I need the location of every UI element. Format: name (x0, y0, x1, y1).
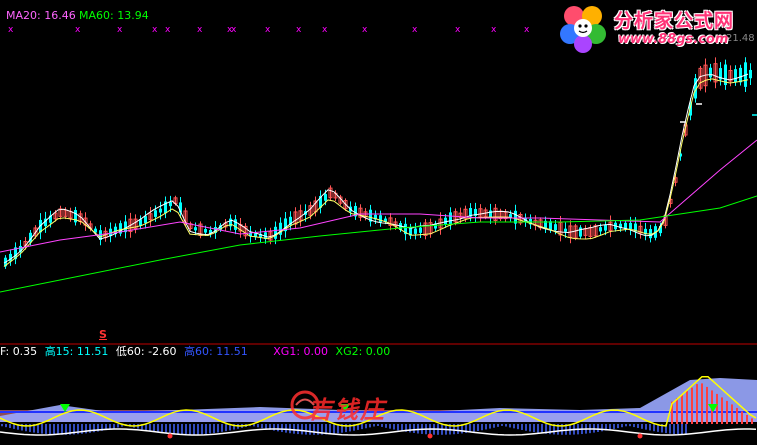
ma10-line (3, 78, 749, 267)
x-marker: x (8, 25, 14, 35)
x-marker: x (455, 25, 461, 35)
ma20-label: MA20: (6, 9, 41, 22)
candle-body-down (554, 224, 557, 231)
low60-value: -2.60 (148, 345, 177, 358)
ma60-legend: MA60: 13.94 (79, 10, 149, 22)
x-marker: x (491, 25, 497, 35)
sell-signal-dot (427, 433, 433, 439)
candle-body-down (444, 217, 447, 225)
x-marker: x (524, 25, 530, 35)
moving-average-lines (0, 73, 757, 293)
candle-body-down (414, 228, 417, 234)
x-marker: x (231, 25, 237, 35)
candle-body-down (599, 227, 602, 232)
candle-body-down (749, 69, 752, 79)
high15-label: 高15: (44, 345, 74, 358)
candle-body-down (734, 69, 737, 83)
ma20-legend: MA20: 16.46 (6, 10, 76, 22)
x-marker: x (152, 25, 158, 35)
candle-body-down (154, 210, 157, 217)
x-marker: x (165, 25, 171, 35)
high60-value: 11.51 (216, 345, 248, 358)
candle-body-down (379, 215, 382, 223)
x-marker: x (296, 25, 302, 35)
candle-body-down (604, 225, 607, 231)
ma60-label: MA60: (79, 9, 114, 22)
sell-signal-marker: S (99, 328, 107, 341)
candle-body-down (739, 67, 742, 83)
candlestick-series (4, 57, 752, 269)
x-marker: x (265, 25, 271, 35)
logo-title: 分析家公式网 (614, 10, 735, 32)
baseline-line (0, 428, 757, 436)
candle-body-down (489, 210, 492, 218)
stock-chart-window: xxxxxxxxxxxxxxxx MA20: 16.46 MA60: 13.94… (0, 0, 757, 445)
xg2-label: XG2: (335, 345, 363, 358)
high60-label: 高60: (184, 345, 213, 358)
candle-body-down (234, 219, 237, 230)
watermark-logo: 分析家公式网 www.88gs.com (556, 2, 756, 54)
xg1-value: 0.00 (303, 345, 329, 358)
high15-value: 11.51 (76, 345, 109, 358)
candlestick-chart-panel[interactable]: x x x x x x xx x x x x x x x x (0, 0, 757, 445)
f-label: F: (0, 345, 10, 358)
x-marker: x (197, 25, 203, 35)
candle-body-down (274, 226, 277, 239)
x-marker: x (322, 25, 328, 35)
xg2-value: 0.00 (365, 345, 391, 358)
candle-body-down (419, 227, 422, 233)
f-value: 0.35 (12, 345, 38, 358)
candle-body-down (449, 212, 452, 225)
candle-body-down (169, 201, 172, 207)
sell-signal-dot (167, 433, 173, 439)
candle-body-down (564, 228, 567, 232)
candle-body-down (159, 208, 162, 213)
candle-body-down (629, 222, 632, 230)
candle-body-down (204, 229, 207, 233)
ma60-value: 13.94 (117, 9, 149, 22)
watermark-bottom-text: 吉钱庄 (308, 396, 386, 424)
ma20-value: 16.46 (44, 9, 76, 22)
candle-body-down (579, 227, 582, 237)
low60-label: 低60: (115, 345, 145, 358)
x-marker: x (412, 25, 418, 35)
sell-signal-dot (637, 433, 643, 439)
ma60-line (0, 195, 757, 293)
candle-body-down (709, 67, 712, 78)
candle-body-down (324, 194, 327, 201)
indicator-legend: F: 0.35 高15: 11.51 低60: -2.60 高60: 11.51… (0, 346, 390, 358)
candle-body-down (194, 227, 197, 231)
flower-logo-icon (560, 6, 606, 53)
x-marker: x (362, 25, 368, 35)
xg1-label: XG1: (273, 345, 301, 358)
x-marker: x (117, 25, 123, 35)
x-marker: x (75, 25, 81, 35)
candle-body-down (144, 216, 147, 224)
logo-url: www.88gs.com (618, 32, 729, 47)
watermark-bottom: 吉钱庄 (288, 386, 428, 426)
